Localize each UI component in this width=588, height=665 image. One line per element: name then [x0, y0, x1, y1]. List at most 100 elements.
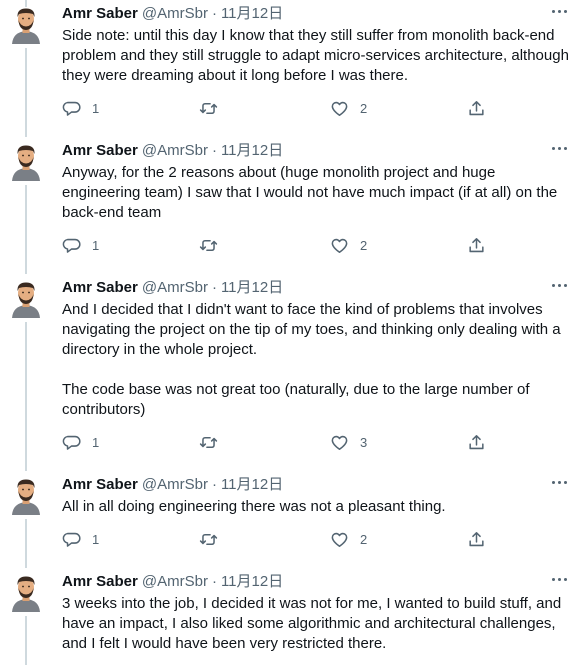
- more-icon: [550, 577, 568, 581]
- avatar-image: [12, 479, 40, 515]
- reply-count: 1: [92, 237, 100, 253]
- avatar[interactable]: [6, 4, 46, 44]
- tweet-text: 3 weeks into the job, I decided it was n…: [62, 594, 574, 654]
- thread-timeline: Amr Saber @AmrSbr · 11月12日 Side note: until…: [0, 0, 588, 665]
- share-icon: [469, 434, 484, 449]
- tweet-paragraph: 3 weeks into the job, I decided it was n…: [62, 595, 562, 652]
- more-button[interactable]: [546, 275, 572, 295]
- author-handle[interactable]: @AmrSbr: [142, 279, 208, 296]
- retweet-button[interactable]: [199, 529, 229, 549]
- like-button[interactable]: 2: [330, 235, 367, 255]
- like-icon: [331, 101, 348, 116]
- thread-line: [25, 322, 27, 471]
- retweet-button[interactable]: [199, 235, 229, 255]
- like-count: 2: [360, 100, 368, 116]
- tweet-header: Amr Saber @AmrSbr · 11月12日: [62, 5, 283, 23]
- header-separator: ·: [211, 573, 217, 590]
- tweet-date[interactable]: 11月12日: [221, 142, 283, 159]
- retweet-icon: [199, 239, 218, 251]
- tweet[interactable]: Amr Saber @AmrSbr · 11月12日 3 weeks into the…: [0, 568, 588, 665]
- reply-button[interactable]: 1: [62, 235, 99, 255]
- reply-button[interactable]: 1: [62, 529, 99, 549]
- tweet-header: Amr Saber @AmrSbr · 11月12日: [62, 476, 283, 494]
- thread-line: [25, 48, 27, 137]
- reply-count: 1: [92, 100, 100, 116]
- tweet-paragraph: And I decided that I didn't want to face…: [62, 301, 561, 358]
- share-button[interactable]: [467, 235, 486, 255]
- tweet-actions: 1 3: [62, 432, 492, 452]
- tweet-actions: 1 2: [62, 235, 492, 255]
- tweet-header: Amr Saber @AmrSbr · 11月12日: [62, 142, 283, 160]
- like-icon: [331, 238, 348, 253]
- more-button[interactable]: [546, 138, 572, 158]
- share-button[interactable]: [467, 529, 486, 549]
- retweet-button[interactable]: [199, 98, 229, 118]
- reply-icon: [62, 238, 81, 253]
- reply-icon: [62, 101, 81, 116]
- tweet-paragraph: Anyway, for the 2 reasons about (huge mo…: [62, 164, 558, 221]
- author-name[interactable]: Amr Saber: [62, 476, 138, 493]
- reply-button[interactable]: 1: [62, 98, 99, 118]
- header-separator: ·: [211, 476, 217, 493]
- author-handle[interactable]: @AmrSbr: [142, 573, 208, 590]
- share-button[interactable]: [467, 98, 486, 118]
- author-name[interactable]: Amr Saber: [62, 5, 138, 22]
- tweet-date[interactable]: 11月12日: [221, 573, 283, 590]
- author-handle[interactable]: @AmrSbr: [142, 142, 208, 159]
- avatar-image: [12, 282, 40, 318]
- author-handle[interactable]: @AmrSbr: [142, 476, 208, 493]
- tweet-actions: 1 2: [62, 98, 492, 118]
- thread-line: [25, 519, 27, 568]
- more-button[interactable]: [546, 1, 572, 21]
- header-separator: ·: [211, 279, 217, 296]
- tweet[interactable]: Amr Saber @AmrSbr · 11月12日 All in all doing…: [0, 471, 588, 568]
- share-icon: [469, 237, 484, 252]
- tweet[interactable]: Amr Saber @AmrSbr · 11月12日 And I decided th…: [0, 274, 588, 471]
- thread-line: [25, 0, 27, 7]
- share-icon: [469, 100, 484, 115]
- share-icon: [469, 531, 484, 546]
- retweet-icon: [199, 533, 218, 545]
- more-button[interactable]: [546, 472, 572, 492]
- author-name[interactable]: Amr Saber: [62, 573, 138, 590]
- avatar[interactable]: [6, 475, 46, 515]
- avatar[interactable]: [6, 141, 46, 181]
- author-name[interactable]: Amr Saber: [62, 279, 138, 296]
- retweet-button[interactable]: [199, 432, 229, 452]
- avatar-image: [12, 576, 40, 612]
- avatar[interactable]: [6, 572, 46, 612]
- author-handle[interactable]: @AmrSbr: [142, 5, 208, 22]
- reply-count: 1: [92, 531, 100, 547]
- like-count: 2: [360, 237, 368, 253]
- reply-icon: [62, 435, 81, 450]
- tweet-date[interactable]: 11月12日: [221, 279, 283, 296]
- like-count: 3: [360, 434, 368, 450]
- like-icon: [331, 532, 348, 547]
- like-button[interactable]: 3: [330, 432, 367, 452]
- author-name[interactable]: Amr Saber: [62, 142, 138, 159]
- like-button[interactable]: 2: [330, 98, 367, 118]
- tweet[interactable]: Amr Saber @AmrSbr · 11月12日 Anyway, for the …: [0, 0, 588, 274]
- header-separator: ·: [211, 142, 217, 159]
- retweet-icon: [199, 436, 218, 448]
- tweet[interactable]: Amr Saber @AmrSbr · 11月12日 Side note: until…: [0, 0, 588, 137]
- like-count: 2: [360, 531, 368, 547]
- avatar[interactable]: [6, 278, 46, 318]
- thread-line: [25, 616, 27, 665]
- reply-button[interactable]: 1: [62, 432, 99, 452]
- tweet-date[interactable]: 11月12日: [221, 5, 283, 22]
- tweet-date[interactable]: 11月12日: [221, 476, 283, 493]
- more-icon: [550, 480, 568, 484]
- tweet-text: Side note: until this day I know that th…: [62, 26, 574, 86]
- tweet-header: Amr Saber @AmrSbr · 11月12日: [62, 573, 283, 591]
- like-icon: [331, 435, 348, 450]
- like-button[interactable]: 2: [330, 529, 367, 549]
- tweet-text: All in all doing engineering there was n…: [62, 497, 574, 517]
- tweet-paragraph: All in all doing engineering there was n…: [62, 498, 446, 515]
- more-button[interactable]: [546, 569, 572, 589]
- more-icon: [550, 146, 568, 150]
- more-icon: [550, 9, 568, 13]
- thread-line: [25, 185, 27, 274]
- tweet-paragraph: The code base was not great too (natural…: [62, 381, 530, 418]
- share-button[interactable]: [467, 432, 486, 452]
